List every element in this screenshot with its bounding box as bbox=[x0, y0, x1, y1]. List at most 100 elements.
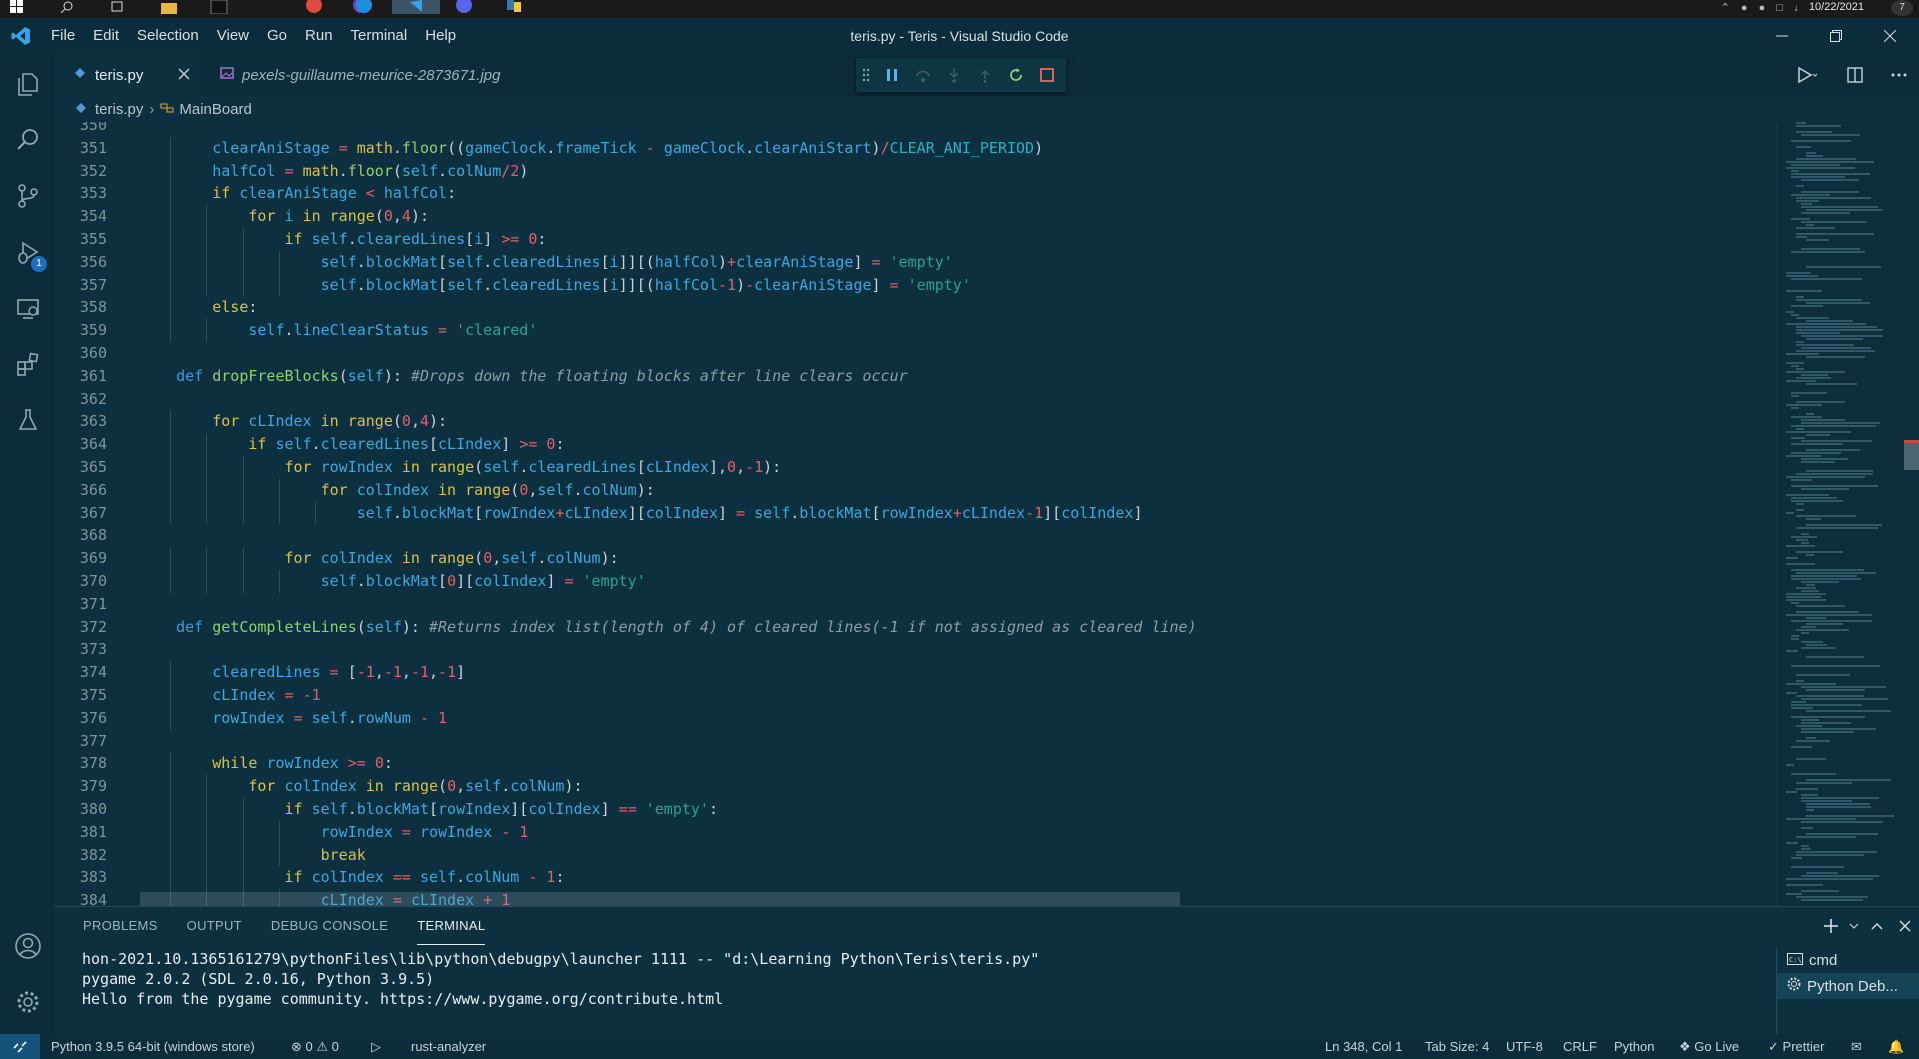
horizontal-scrollbar[interactable] bbox=[140, 892, 1180, 906]
restore-button[interactable] bbox=[1809, 18, 1863, 54]
menu-terminal[interactable]: Terminal bbox=[342, 18, 417, 54]
minimize-button[interactable] bbox=[1755, 18, 1809, 54]
task-view-icon[interactable] bbox=[110, 0, 138, 14]
code-line[interactable]: cLIndex = -1 bbox=[140, 684, 320, 707]
code-line[interactable]: rowIndex = rowIndex - 1 bbox=[140, 821, 529, 844]
tab-output[interactable]: OUTPUT bbox=[187, 907, 242, 945]
code-line[interactable]: for cLIndex in range(0,4): bbox=[140, 410, 447, 433]
menu-selection[interactable]: Selection bbox=[128, 18, 208, 54]
menu-view[interactable]: View bbox=[208, 18, 258, 54]
extensions-icon[interactable] bbox=[0, 338, 55, 390]
browser-icon[interactable] bbox=[305, 0, 333, 14]
python-interpreter[interactable]: Python 3.9.5 64-bit (windows store) bbox=[51, 1034, 255, 1059]
menu-edit[interactable]: Edit bbox=[84, 18, 128, 54]
python-icon[interactable] bbox=[505, 0, 533, 14]
file-encoding[interactable]: UTF-8 bbox=[1506, 1034, 1543, 1059]
testing-flask-icon[interactable] bbox=[0, 394, 55, 446]
breadcrumb-symbol[interactable]: MainBoard bbox=[179, 101, 252, 118]
go-live[interactable]: ❖ Go Live bbox=[1679, 1034, 1739, 1059]
drag-handle-icon[interactable] bbox=[856, 58, 876, 92]
close-panel-icon[interactable] bbox=[1891, 907, 1919, 945]
remote-explorer-icon[interactable] bbox=[0, 282, 55, 334]
feedback-icon[interactable]: ✉ bbox=[1851, 1034, 1862, 1059]
code-line[interactable]: halfCol = math.floor(self.colNum/2) bbox=[140, 160, 528, 183]
notification-icon[interactable]: 7 bbox=[1891, 0, 1913, 16]
menu-help[interactable]: Help bbox=[416, 18, 465, 54]
tab-debug-console[interactable]: DEBUG CONSOLE bbox=[271, 907, 388, 945]
settings-gear-icon[interactable] bbox=[0, 976, 55, 1028]
code-line[interactable]: clearedLines = [-1,-1,-1,-1] bbox=[140, 661, 465, 684]
restart-icon[interactable] bbox=[1000, 58, 1031, 92]
terminal-item-cmd[interactable]: C:\ cmd bbox=[1777, 947, 1919, 973]
app-icon[interactable] bbox=[210, 0, 238, 15]
code-line[interactable]: for colIndex in range(0,self.colNum): bbox=[140, 547, 619, 570]
minimap[interactable] bbox=[1777, 122, 1919, 906]
terminal-output[interactable]: hon-2021.10.1365161279\pythonFiles\lib\p… bbox=[82, 949, 1412, 1009]
rust-analyzer-status[interactable]: rust-analyzer bbox=[411, 1034, 486, 1059]
code-area[interactable]: clearAniStage = math.floor((gameClock.fr… bbox=[140, 122, 1770, 906]
terminal-item-python-debug[interactable]: Python Deb... bbox=[1777, 973, 1919, 999]
close-tab-icon[interactable] bbox=[177, 67, 191, 85]
cursor-position[interactable]: Ln 348, Col 1 bbox=[1325, 1034, 1402, 1059]
language-mode[interactable]: Python bbox=[1614, 1034, 1654, 1059]
vertical-scrollbar-thumb[interactable] bbox=[1904, 440, 1919, 470]
windows-start-icon[interactable] bbox=[10, 0, 38, 14]
code-line[interactable]: self.blockMat[self.clearedLines[i]][(hal… bbox=[140, 274, 971, 297]
pause-icon[interactable] bbox=[876, 58, 907, 92]
indentation[interactable]: Tab Size: 4 bbox=[1425, 1034, 1489, 1059]
menu-go[interactable]: Go bbox=[258, 18, 296, 54]
step-into-icon[interactable] bbox=[938, 58, 969, 92]
discord-icon[interactable] bbox=[455, 0, 483, 14]
split-editor-icon[interactable] bbox=[1831, 54, 1879, 96]
close-window-button[interactable] bbox=[1863, 18, 1917, 54]
code-line[interactable]: for rowIndex in range(self.clearedLines[… bbox=[140, 456, 782, 479]
code-line[interactable]: self.blockMat[self.clearedLines[i]][(hal… bbox=[140, 251, 953, 274]
code-line[interactable]: def getCompleteLines(self): #Returns ind… bbox=[140, 616, 1197, 639]
run-python-file-icon[interactable] bbox=[1783, 54, 1831, 96]
code-line[interactable]: clearAniStage = math.floor((gameClock.fr… bbox=[140, 137, 1043, 160]
remote-indicator-icon[interactable] bbox=[0, 1034, 40, 1059]
code-line[interactable]: self.blockMat[0][colIndex] = 'empty' bbox=[140, 570, 646, 593]
step-over-icon[interactable] bbox=[907, 58, 938, 92]
code-line[interactable]: for colIndex in range(0,self.colNum): bbox=[140, 479, 655, 502]
tab-terminal[interactable]: TERMINAL bbox=[417, 907, 486, 945]
code-line[interactable]: def dropFreeBlocks(self): #Drops down th… bbox=[140, 365, 908, 388]
prettier[interactable]: ✓ Prettier bbox=[1768, 1034, 1824, 1059]
run-tests-icon[interactable]: ▷ bbox=[371, 1034, 381, 1059]
code-line[interactable]: break bbox=[140, 844, 366, 867]
os-date[interactable]: 10/22/2021 bbox=[1809, 1, 1864, 13]
code-line[interactable]: if clearAniStage < halfCol: bbox=[140, 182, 456, 205]
file-explorer-icon[interactable] bbox=[160, 0, 188, 14]
new-terminal-icon[interactable] bbox=[1817, 907, 1845, 945]
system-tray[interactable]: ⌃ ● ● □ ♩ bbox=[1721, 1, 1809, 14]
code-line[interactable]: while rowIndex >= 0: bbox=[140, 752, 393, 775]
run-debug-icon[interactable]: 1 bbox=[0, 226, 55, 278]
code-line[interactable]: for i in range(0,4): bbox=[140, 205, 429, 228]
accounts-icon[interactable] bbox=[0, 920, 55, 972]
tab-pexels-image[interactable]: pexels-guillaume-meurice-2873671.jpg bbox=[200, 54, 605, 96]
tab-teris-py[interactable]: teris.py bbox=[55, 54, 200, 96]
code-line[interactable]: if self.blockMat[rowIndex][colIndex] == … bbox=[140, 798, 719, 821]
explorer-icon[interactable] bbox=[0, 58, 55, 110]
menu-file[interactable]: File bbox=[42, 18, 84, 54]
chevron-down-icon[interactable] bbox=[1845, 907, 1863, 945]
search-taskbar-icon[interactable] bbox=[60, 0, 88, 14]
code-line[interactable]: if colIndex == self.colNum - 1: bbox=[140, 866, 565, 889]
edge-icon[interactable] bbox=[355, 0, 383, 14]
vscode-taskbar-icon[interactable] bbox=[392, 0, 440, 14]
breadcrumb-file[interactable]: teris.py bbox=[95, 101, 143, 118]
stop-icon[interactable] bbox=[1031, 58, 1062, 92]
problems-indicator[interactable]: ⊗ 0 ⚠ 0 bbox=[291, 1034, 339, 1059]
tab-problems[interactable]: PROBLEMS bbox=[83, 907, 158, 945]
code-line[interactable]: self.lineClearStatus = 'cleared' bbox=[140, 319, 537, 342]
code-line[interactable]: self.blockMat[rowIndex+cLIndex][colIndex… bbox=[140, 502, 1143, 525]
notifications-bell-icon[interactable]: 🔔 bbox=[1888, 1034, 1904, 1059]
code-line[interactable]: rowIndex = self.rowNum - 1 bbox=[140, 707, 447, 730]
code-line[interactable]: else: bbox=[140, 296, 257, 319]
source-control-icon[interactable] bbox=[0, 170, 55, 222]
menu-run[interactable]: Run bbox=[296, 18, 342, 54]
code-line[interactable]: if self.clearedLines[cLIndex] >= 0: bbox=[140, 433, 564, 456]
code-line[interactable]: if self.clearedLines[i] >= 0: bbox=[140, 228, 547, 251]
search-icon[interactable] bbox=[0, 114, 55, 166]
end-of-line[interactable]: CRLF bbox=[1563, 1034, 1597, 1059]
